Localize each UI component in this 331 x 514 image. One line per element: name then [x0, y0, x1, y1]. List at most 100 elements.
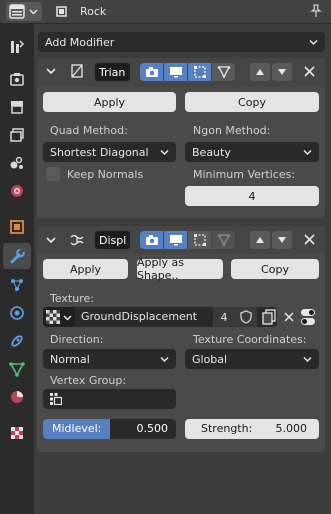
apply-as-shape-button[interactable]: Apply as Shape..	[137, 256, 223, 282]
tab-physics[interactable]	[3, 300, 31, 326]
arrow-up-icon	[255, 236, 265, 244]
minimum-vertices-label: Minimum Vertices:	[193, 168, 296, 181]
ngon-method-label: Ngon Method:	[193, 124, 271, 137]
midlevel-slider[interactable]: Midlevel: 0.500	[43, 419, 176, 439]
properties-header: Rock	[0, 0, 331, 24]
move-down-button[interactable]	[272, 63, 292, 81]
material-icon	[8, 388, 26, 406]
arrow-down-icon	[277, 68, 287, 76]
wrench-icon	[8, 247, 26, 265]
shield-icon	[240, 310, 252, 324]
triangulate-copy-button[interactable]: Copy	[185, 92, 319, 112]
chevron-down-icon	[309, 38, 318, 47]
texture-label: Texture:	[50, 292, 94, 305]
checker-texture-icon	[46, 310, 60, 324]
world-icon	[8, 182, 26, 200]
tab-particles[interactable]	[3, 272, 31, 298]
keep-normals-label: Keep Normals	[67, 168, 144, 181]
minimum-vertices-field[interactable]: 4	[185, 186, 319, 206]
texture-coordinates-label: Texture Coordinates:	[193, 333, 307, 346]
tab-texture[interactable]	[3, 420, 31, 446]
tab-tool[interactable]	[3, 34, 31, 60]
displace-apply-button[interactable]: Apply	[43, 259, 128, 279]
texture-name[interactable]: GroundDisplacement	[81, 310, 197, 323]
tab-world[interactable]	[3, 178, 31, 204]
render-icon	[8, 70, 26, 88]
editmode-cage-toggle[interactable]	[188, 63, 211, 81]
tab-material[interactable]	[3, 384, 31, 410]
move-up-button[interactable]	[250, 63, 270, 81]
arrow-up-icon	[255, 68, 265, 76]
on-cage-toggle[interactable]	[212, 231, 235, 249]
direction-label: Direction:	[50, 333, 104, 346]
editor-type-icon	[9, 4, 25, 19]
duplicate-icon[interactable]	[262, 309, 276, 325]
editor-type-button[interactable]	[6, 2, 42, 21]
midlevel-value: 0.500	[136, 422, 169, 435]
toggle-settings-icon[interactable]	[300, 308, 316, 326]
displace-copy-button[interactable]: Copy	[231, 259, 319, 279]
texture-coordinates-dropdown[interactable]: Global	[185, 349, 319, 369]
viewport-toggle[interactable]	[164, 231, 187, 249]
texture-icon	[8, 424, 26, 442]
chevron-down-icon	[29, 7, 38, 16]
triangulate-name-field[interactable]: Trian	[95, 63, 130, 81]
properties-tab-bar	[0, 24, 34, 514]
triangulate-apply-button[interactable]: Apply	[43, 92, 176, 112]
close-icon[interactable]	[304, 66, 315, 77]
displace-modifier-icon	[70, 233, 84, 247]
quad-method-dropdown[interactable]: Shortest Diagonal	[43, 142, 176, 162]
triangulate-modifier-icon	[70, 64, 84, 78]
quad-method-value: Shortest Diagonal	[50, 145, 149, 159]
tab-scene[interactable]	[3, 150, 31, 176]
camera-icon	[145, 66, 159, 78]
object-name: Rock	[80, 5, 107, 18]
collapse-chevron-icon[interactable]	[46, 66, 56, 76]
tab-modifiers[interactable]	[3, 243, 31, 269]
tab-output[interactable]	[3, 94, 31, 120]
collapse-chevron-icon[interactable]	[46, 235, 56, 245]
on-cage-toggle[interactable]	[212, 63, 235, 81]
object-icon	[54, 4, 69, 19]
keep-normals-checkbox[interactable]	[46, 167, 60, 181]
tool-icon	[8, 38, 26, 56]
chevron-down-icon	[303, 148, 312, 157]
edit-mode-toggle[interactable]	[140, 63, 163, 81]
vertex-group-field[interactable]	[43, 389, 176, 409]
texture-users-count[interactable]: 4	[213, 307, 235, 327]
editmode-cage-toggle[interactable]	[188, 231, 211, 249]
tab-render[interactable]	[3, 66, 31, 92]
editmode-icon	[193, 66, 207, 78]
strength-field[interactable]: Strength: 5.000	[185, 419, 319, 439]
add-modifier-dropdown[interactable]: Add Modifier	[38, 32, 325, 52]
ngon-method-dropdown[interactable]: Beauty	[185, 142, 319, 162]
monitor-icon	[169, 234, 183, 246]
close-icon[interactable]	[304, 234, 315, 245]
direction-dropdown[interactable]: Normal	[43, 349, 176, 369]
texture-selector[interactable]: GroundDisplacement 4	[43, 307, 277, 327]
edit-mode-toggle[interactable]	[140, 231, 163, 249]
close-icon[interactable]	[284, 312, 294, 322]
particles-icon	[8, 276, 26, 294]
direction-value: Normal	[50, 352, 90, 366]
fake-user-button[interactable]	[235, 307, 257, 327]
tab-view-layer[interactable]	[3, 122, 31, 148]
editmode-icon	[193, 234, 207, 246]
tab-data[interactable]	[3, 356, 31, 382]
tab-object[interactable]	[3, 214, 31, 240]
move-down-button[interactable]	[272, 231, 292, 249]
vertex-group-icon	[50, 393, 62, 405]
pin-icon[interactable]	[309, 4, 323, 18]
scene-icon	[8, 154, 26, 172]
move-up-button[interactable]	[250, 231, 270, 249]
displace-name-field[interactable]: Displ	[95, 231, 130, 249]
mesh-data-icon	[8, 360, 26, 378]
triangle-vertices-icon	[217, 234, 231, 246]
tab-constraints[interactable]	[3, 328, 31, 354]
view-layer-icon	[8, 126, 26, 144]
texture-browse-button[interactable]	[43, 307, 75, 327]
chevron-down-icon	[160, 148, 169, 157]
physics-icon	[8, 304, 26, 322]
ngon-method-value: Beauty	[192, 145, 231, 159]
viewport-toggle[interactable]	[164, 63, 187, 81]
